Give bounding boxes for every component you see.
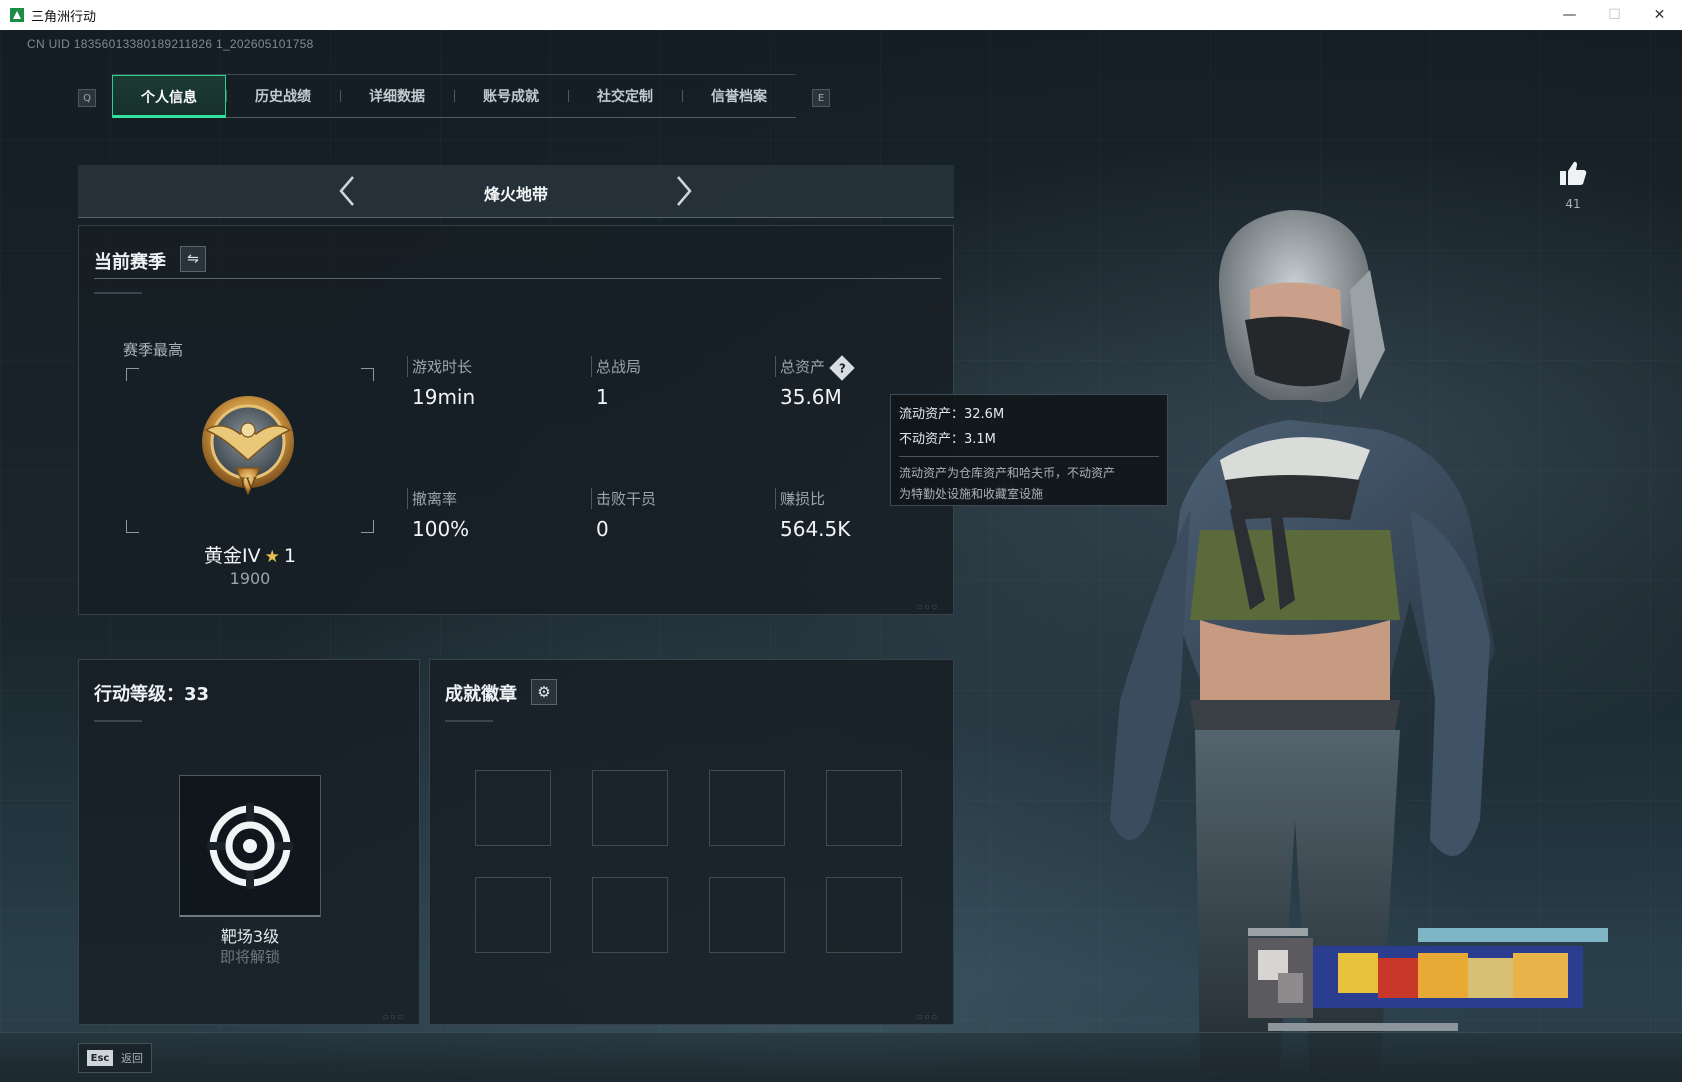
rank-name: 黄金IV ★ 1 [126,541,374,568]
stat-kills: 击败干员 0 [591,488,761,541]
player-uid: CN UID 18356013380189211826 1_2026051017… [27,37,314,51]
gear-icon[interactable]: ⚙ [531,679,557,705]
badges-title: 成就徽章 [445,684,517,705]
app-window: 三角洲行动 — ☐ ✕ CN UID 18356013380189211826 … [0,0,1682,1082]
season-best-label: 赛季最高 [123,341,184,359]
app-logo-icon [10,8,24,22]
mode-selector: 烽火地带 [78,165,954,218]
stat-playtime: 游戏时长 19min [407,356,577,409]
swap-icon[interactable]: ⇋ [180,246,206,272]
back-button[interactable]: Esc 返回 [78,1043,152,1073]
stat-label: 撤离率 [407,488,577,509]
season-title: 当前赛季 [94,252,166,273]
stat-value: 100% [412,517,470,541]
tab-detailed-data[interactable]: 详细数据 [340,75,454,117]
corner-decoration: ▫▫▫ [917,1012,940,1021]
tab-social-custom[interactable]: 社交定制 [568,75,682,117]
operation-level-title: 行动等级：33 [94,684,210,705]
window-controls: — ☐ ✕ [1547,0,1682,30]
rank-tier: 黄金IV [204,545,261,567]
tab-personal-info[interactable]: 个人信息 [112,75,226,118]
next-tab-key-hint[interactable]: E [812,89,830,107]
decor-mark [94,292,142,294]
season-divider [94,278,941,279]
badge-slot[interactable] [592,770,668,846]
rank-score: 1900 [229,569,271,588]
tab-credit-record[interactable]: 信誉档案 [682,75,796,117]
star-icon: ★ [264,547,280,567]
badge-slot[interactable] [709,877,785,953]
bottom-bar: Esc 返回 [0,1032,1682,1082]
decor-mark [445,720,493,722]
back-label: 返回 [121,1052,143,1065]
badge-slot[interactable] [475,877,551,953]
esc-key-icon: Esc [87,1050,113,1066]
stat-label: 游戏时长 [407,356,577,377]
stat-value: 0 [596,517,609,541]
stat-extract-rate: 撤离率 100% [407,488,577,541]
stat-label: 总资产? [775,354,945,381]
achievement-badges-panel: 成就徽章 ⚙ ▫▫▫ [429,659,954,1025]
maximize-button[interactable]: ☐ [1592,0,1637,30]
game-stage: CN UID 18356013380189211826 1_2026051017… [0,30,1682,1082]
help-icon[interactable]: ? [829,354,855,381]
stat-label: 击败干员 [591,488,761,509]
chevron-right-icon[interactable] [668,173,698,209]
badge-slot[interactable] [826,877,902,953]
svg-text:IV: IV [240,476,257,492]
minimize-button[interactable]: — [1547,0,1592,30]
tab-match-history[interactable]: 历史战绩 [226,75,340,117]
badge-slot[interactable] [475,770,551,846]
window-title: 三角洲行动 [31,8,97,24]
level-reward-label: 靶场3级 [220,927,280,946]
badge-slot[interactable] [592,877,668,953]
title-bar: 三角洲行动 — ☐ ✕ [0,0,1682,30]
mode-title: 烽火地带 [483,185,548,204]
corner-decoration: ▫▫▫ [917,602,940,611]
level-reward-card[interactable] [179,775,321,917]
target-icon [207,803,293,889]
operation-level-panel: 行动等级：33 靶场3级 即将解锁 ▫▫▫ [78,659,420,1025]
gold-rank-emblem-icon: IV [202,396,294,496]
corner-decoration: ▫▫▫ [383,1012,406,1021]
tab-achievements[interactable]: 账号成就 [454,75,568,117]
prev-tab-key-hint[interactable]: Q [78,89,96,107]
badge-slot[interactable] [826,770,902,846]
stat-label: 总战局 [591,356,761,377]
profile-tab-bar: Q 个人信息 历史战绩 详细数据 账号成就 社交定制 信誉档案 E [78,74,850,124]
stat-value: 19min [412,385,476,409]
censored-player-card [1248,928,1608,1031]
badge-slot[interactable] [709,770,785,846]
rank-frame: IV [126,368,374,533]
stat-value: 564.5K [780,517,851,541]
close-button[interactable]: ✕ [1637,0,1682,30]
rank-stars: 1 [283,545,296,567]
stat-value: 1 [596,385,609,409]
tab-list: 个人信息 历史战绩 详细数据 账号成就 社交定制 信誉档案 [112,74,796,118]
decor-mark [94,720,142,722]
stat-total-matches: 总战局 1 [591,356,761,409]
current-season-panel: 当前赛季 ⇋ 赛季最高 IV 黄金IV ★ 1 1900 游戏时长 19min … [78,225,954,615]
level-reward-status: 即将解锁 [219,948,280,966]
